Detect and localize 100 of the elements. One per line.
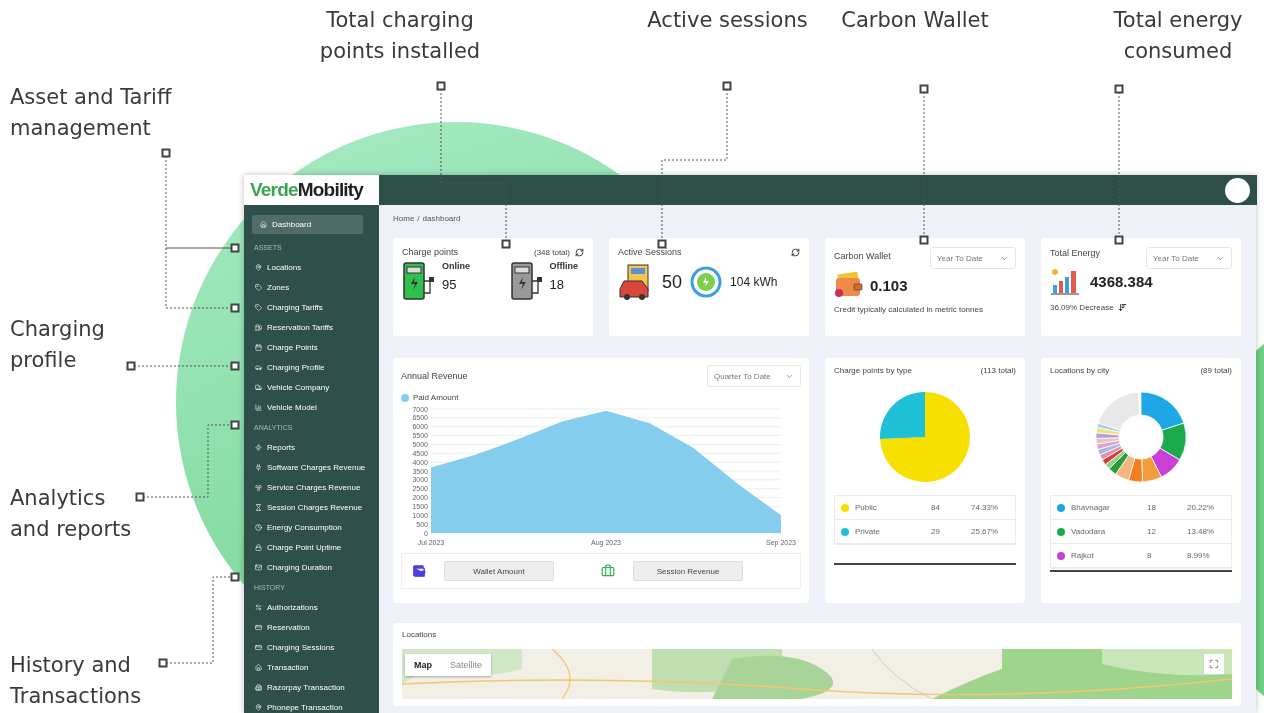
report-button[interactable]: Session Revenue <box>633 561 743 581</box>
annotation-label: Total charging points installed <box>318 7 482 65</box>
sidebar-icon <box>255 703 262 711</box>
report-button[interactable]: Wallet Amount <box>444 561 554 581</box>
energy-chart-icon <box>1050 267 1080 295</box>
sidebar-item[interactable]: Vehicle Company <box>252 377 373 397</box>
period-dropdown[interactable]: Year To Date <box>930 247 1016 269</box>
refresh-icon[interactable] <box>575 247 584 257</box>
session-count: 50 <box>662 271 683 293</box>
brand-logo: VerdeMobility <box>250 179 364 201</box>
card-title: Charge points by type <box>834 366 912 375</box>
sidebar-item[interactable]: Zones <box>252 277 373 297</box>
period-dropdown[interactable]: Year To Date <box>1146 247 1232 269</box>
card-title: Annual Revenue <box>401 371 468 381</box>
sidebar-icon <box>255 483 262 491</box>
energy-value: 4368.384 <box>1090 272 1153 290</box>
breadcrumb-link[interactable]: Home <box>393 214 415 223</box>
annotation-label: History and Transactions <box>10 652 143 710</box>
sidebar-icon <box>255 643 262 651</box>
sidebar-item[interactable]: Charging Duration <box>252 557 373 577</box>
sidebar-item[interactable]: Dashboard <box>252 215 363 234</box>
legend-label: Rajkot <box>1071 551 1095 560</box>
carbon-note: Credit typically calculated in metric tonnes <box>834 305 984 314</box>
sidebar-item[interactable]: Charge Point Uptime <box>252 537 373 557</box>
sidebar-item[interactable]: Razorpay Transaction <box>252 677 373 697</box>
sidebar-icon <box>255 623 262 631</box>
sidebar-item[interactable]: Transaction <box>252 657 373 677</box>
total-count: (348 total) <box>533 247 570 257</box>
sidebar-icon <box>255 443 262 451</box>
legend-count: 12 <box>1147 527 1157 536</box>
sidebar-icon <box>255 343 262 351</box>
sidebar-icon <box>255 403 262 411</box>
sidebar-icon <box>255 323 262 331</box>
sidebar-item[interactable]: Authorizations <box>252 597 373 617</box>
sidebar-item[interactable]: Locations <box>252 257 373 277</box>
legend-label: Public <box>855 503 878 512</box>
annotation-label: Charging profile <box>10 316 106 374</box>
sidebar-icon <box>255 463 262 471</box>
energy-reading: 104 kWh <box>730 275 778 289</box>
wallet-icon <box>834 272 864 298</box>
sidebar-item[interactable]: Charging Sessions <box>252 637 373 657</box>
card-title: Total Energy <box>1050 248 1101 258</box>
briefcase-icon <box>601 564 615 578</box>
legend-count: 8 <box>1147 551 1153 560</box>
card-title: Carbon Wallet <box>834 251 891 261</box>
avatar[interactable] <box>1225 177 1250 203</box>
legend-count: 84 <box>931 503 941 512</box>
sidebar-icon <box>255 363 262 371</box>
sidebar-item[interactable]: Phonepe Transaction <box>252 697 373 713</box>
sidebar-item[interactable]: Reservation Tariffs <box>252 317 373 337</box>
sidebar-icon <box>255 663 262 671</box>
sidebar-icon <box>260 221 267 228</box>
breadcrumb-text: / <box>417 214 420 223</box>
sidebar-item[interactable]: Reports <box>252 437 373 457</box>
sidebar-icon <box>255 383 262 391</box>
sidebar-icon <box>255 523 262 531</box>
annotation-label: Total energy consumed <box>1112 7 1244 65</box>
status-count: 18 <box>549 277 565 292</box>
sidebar-item[interactable]: Software Charges Revenue <box>252 457 373 477</box>
sidebar-item[interactable]: Service Charges Revenue <box>252 477 373 497</box>
legend-share: 13.48% <box>1187 527 1216 536</box>
annotation-label: Carbon Wallet <box>840 7 990 34</box>
legend-label: Bhavnagar <box>1071 503 1111 512</box>
plug-icon <box>690 266 723 298</box>
total-count: (89 total) <box>1200 366 1232 375</box>
map-mode-tab[interactable]: Satellite <box>441 654 492 676</box>
fullscreen-icon <box>1209 659 1219 669</box>
card-title: Active Sessions <box>618 247 682 257</box>
sidebar-item[interactable]: Session Charges Revenue <box>252 497 373 517</box>
sidebar-icon <box>255 543 262 551</box>
legend-share: 25.67% <box>971 527 1000 536</box>
change-text: 36.09% Decrease <box>1050 303 1114 312</box>
legend-label: Paid Amount <box>413 393 459 402</box>
legend-count: 29 <box>931 527 941 536</box>
map-mode-tab[interactable]: Map <box>405 654 441 676</box>
carbon-value: 0.103 <box>870 276 908 294</box>
sidebar-item[interactable]: Reservation <box>252 617 373 637</box>
sidebar-item[interactable]: Vehicle Model <box>252 397 373 417</box>
sidebar-icon <box>255 503 262 511</box>
legend-share: 74.33% <box>971 503 1000 512</box>
annotation-label: Analytics and reports <box>10 485 133 543</box>
card-title: Charge points <box>402 247 459 257</box>
sidebar-item[interactable]: Charging Tariffs <box>252 297 373 317</box>
sidebar-item[interactable]: Charge Points <box>252 337 373 357</box>
status-label: Online <box>442 261 470 271</box>
refresh-icon[interactable] <box>791 247 800 257</box>
legend-count: 18 <box>1147 503 1157 512</box>
total-count: (113 total) <box>980 366 1016 375</box>
sidebar-icon <box>255 263 262 271</box>
breadcrumb-text: dashboard <box>422 214 461 223</box>
sidebar-icon <box>255 563 262 571</box>
sidebar-item[interactable]: Charging Profile <box>252 357 373 377</box>
period-dropdown[interactable]: Quarter To Date <box>707 365 801 387</box>
legend-share: 8.99% <box>1187 551 1211 560</box>
legend-share: 20.22% <box>1187 503 1216 512</box>
sidebar-item[interactable]: Energy Consumption <box>252 517 373 537</box>
sidebar-icon <box>255 303 262 311</box>
card-title: Locations by city <box>1050 366 1110 375</box>
sidebar-icon <box>255 603 262 611</box>
wallet-icon <box>412 564 426 578</box>
